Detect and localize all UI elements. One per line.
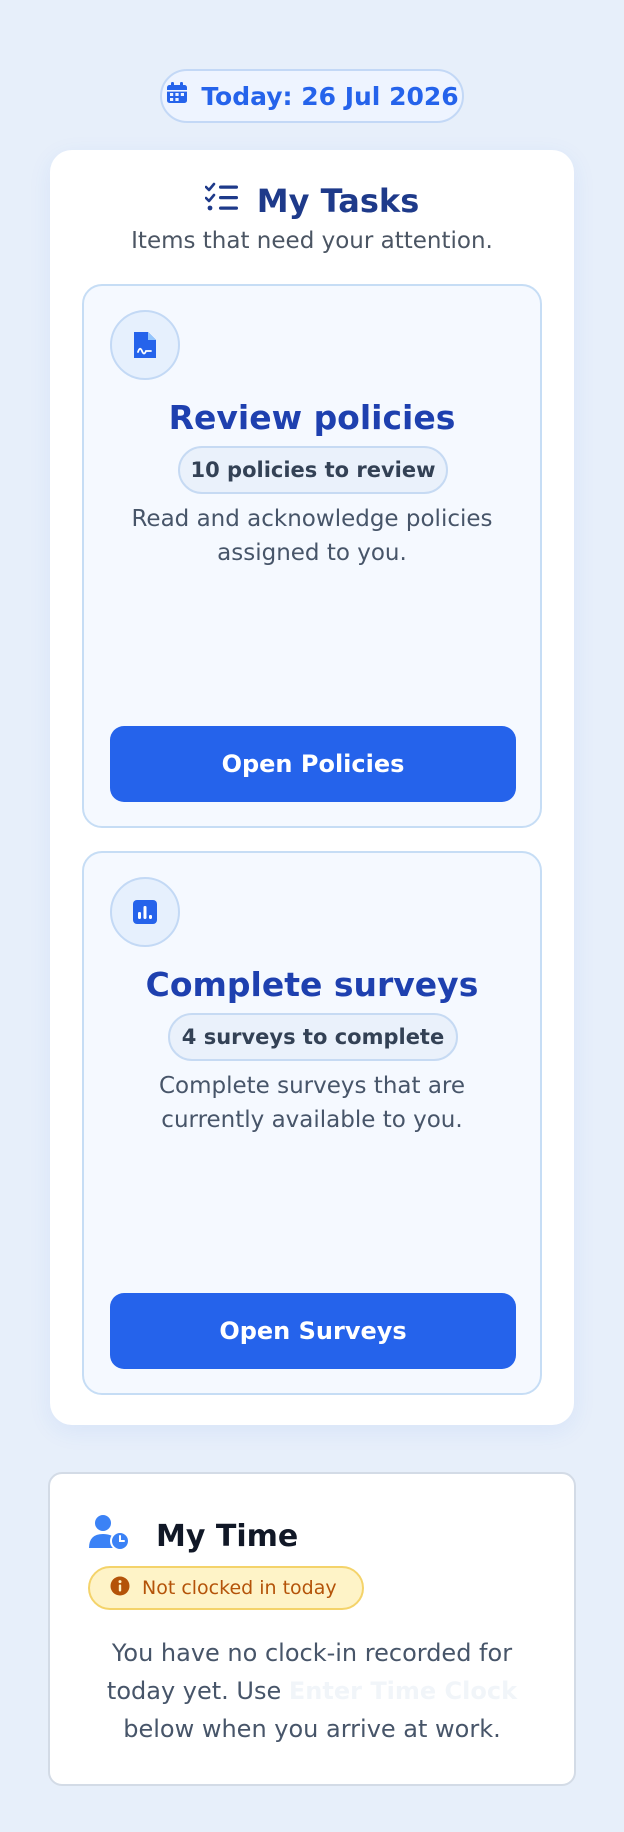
date-label: Today: 26 Jul 2026: [201, 81, 459, 111]
time-message: You have no clock-in recorded for today …: [80, 1634, 544, 1748]
task-count-badge: 10 policies to review: [178, 446, 448, 494]
status-badge: Not clocked in today: [88, 1566, 364, 1610]
open-policies-button[interactable]: Open Policies: [110, 726, 516, 802]
task-complete-surveys: Complete surveys 4 surveys to complete C…: [82, 851, 542, 1395]
status-label: Not clocked in today: [142, 1577, 337, 1599]
tasks-header: My Tasks: [50, 180, 574, 222]
open-surveys-button[interactable]: Open Surveys: [110, 1293, 516, 1369]
task-title: Complete surveys: [145, 965, 479, 1004]
task-description: Complete surveys that are currently avai…: [158, 1073, 466, 1133]
tasks-title: My Tasks: [256, 182, 420, 220]
task-review-policies: Review policies 10 policies to review Re…: [82, 284, 542, 828]
time-header: My Time: [88, 1514, 298, 1558]
task-title: Review policies: [168, 398, 456, 437]
checklist-icon: [204, 182, 239, 220]
calendar-icon: [165, 81, 189, 111]
date-pill: Today: 26 Jul 2026: [160, 69, 464, 123]
info-icon: [110, 1576, 130, 1601]
task-count-badge: 4 surveys to complete: [168, 1013, 458, 1061]
task-description: Read and acknowledge policies assigned t…: [131, 506, 493, 566]
my-tasks-card: My Tasks Items that need your attention.…: [50, 150, 574, 1425]
bar-chart-icon: [110, 877, 180, 947]
time-title: My Time: [156, 1518, 299, 1554]
tasks-subtitle: Items that need your attention.: [131, 228, 493, 254]
enter-time-clock-reference: Enter Time Clock: [288, 1677, 518, 1705]
user-clock-icon: [88, 1514, 130, 1558]
message-text-after: below when you arrive at work.: [123, 1715, 501, 1743]
my-time-card: My Time Not clocked in today You have no…: [48, 1472, 576, 1786]
policy-document-icon: [110, 310, 180, 380]
